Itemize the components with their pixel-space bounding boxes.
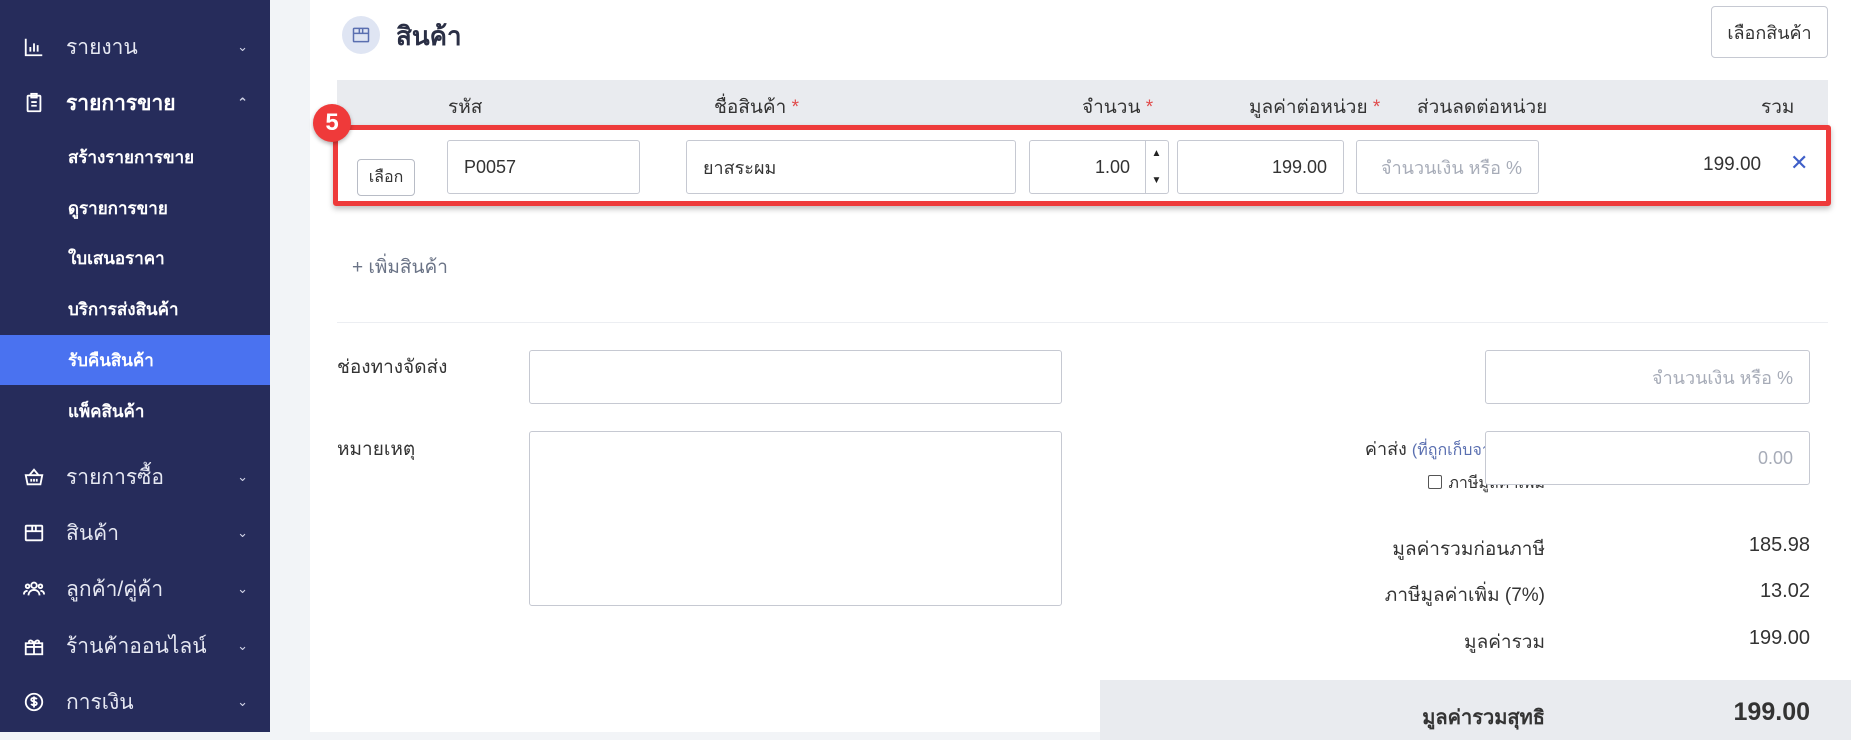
chevron-down-icon: ⌄ xyxy=(237,638,248,653)
total-value: 199.00 xyxy=(1748,627,1810,649)
net-total-label: มูลค่ารวมสุทธิ xyxy=(1422,707,1545,729)
sidebar-item-label: รายงาน xyxy=(66,35,138,59)
sidebar-item-sales[interactable]: รายการขาย ⌃ xyxy=(0,77,270,129)
sidebar-item-label: ลูกค้า/คู่ค้า xyxy=(66,577,164,601)
sidebar-item-reports[interactable]: รายงาน ⌄ xyxy=(0,21,270,73)
total-label: มูลค่ารวม xyxy=(1464,632,1545,653)
sidebar-item-label: สินค้า xyxy=(66,521,120,545)
net-total-value: 199.00 xyxy=(1733,698,1810,726)
gift-icon xyxy=(22,634,46,658)
vat-value: 13.02 xyxy=(1759,580,1810,602)
sidebar-item-customers[interactable]: ลูกค้า/คู่ค้า ⌄ xyxy=(0,563,270,615)
header-qty: จำนวน * xyxy=(1082,97,1154,118)
chevron-down-icon: ⌄ xyxy=(237,39,248,54)
sidebar-item-label: รายการซื้อ xyxy=(66,465,165,489)
sidebar-item-label: รายการขาย xyxy=(66,91,176,115)
select-product-button[interactable]: เลือกสินค้า xyxy=(1711,6,1828,58)
header-name: ชื่อสินค้า * xyxy=(714,97,799,118)
discount-input[interactable]: จำนวนเงิน หรือ % xyxy=(1485,350,1810,404)
highlight-frame xyxy=(333,125,1831,206)
section-title: สินค้า xyxy=(396,21,462,51)
main-panel: สินค้า เลือกสินค้า รหัส ชื่อสินค้า * จำน… xyxy=(310,0,1851,740)
vat-checkbox[interactable] xyxy=(1428,475,1443,489)
sidebar-subitem-quotation[interactable]: ใบเสนอราคา xyxy=(0,233,270,283)
chevron-down-icon: ⌄ xyxy=(237,694,248,709)
sidebar-subitem-packing[interactable]: แพ็คสินค้า xyxy=(0,386,270,436)
sidebar-subitem-view-sales[interactable]: ดูรายการขาย xyxy=(0,183,270,233)
sidebar-item-online-store[interactable]: ร้านค้าออนไลน์ ⌄ xyxy=(0,620,270,672)
people-icon xyxy=(22,577,46,601)
sidebar-item-label: การเงิน xyxy=(66,690,134,714)
step-badge: 5 xyxy=(313,104,351,142)
box-icon xyxy=(22,521,46,545)
sidebar-item-purchases[interactable]: รายการซื้อ ⌄ xyxy=(0,451,270,503)
header-code: รหัส xyxy=(448,97,483,118)
note-label: หมายเหตุ xyxy=(337,439,416,460)
sidebar-subitem-create-sale[interactable]: สร้างรายการขาย xyxy=(0,132,270,182)
sidebar-subitem-returns[interactable]: รับคืนสินค้า xyxy=(0,335,270,385)
chevron-down-icon: ⌄ xyxy=(237,525,248,540)
header-total: รวม xyxy=(1761,97,1795,118)
sidebar-item-label: ร้านค้าออนไลน์ xyxy=(66,634,207,658)
box-icon xyxy=(342,16,380,54)
divider xyxy=(337,322,1828,323)
sidebar-item-finance[interactable]: การเงิน ⌄ xyxy=(0,676,270,728)
dollar-circle-icon xyxy=(22,690,46,714)
shipping-channel-label: ช่องทางจัดส่ง xyxy=(337,357,448,378)
shipping-channel-field[interactable] xyxy=(529,350,1062,404)
shipping-fee-input[interactable]: 0.00 xyxy=(1485,431,1810,485)
header-unit-price: มูลค่าต่อหน่วย * xyxy=(1249,97,1381,118)
chevron-up-icon: ⌃ xyxy=(237,95,248,110)
sidebar: รายงาน ⌄ รายการขาย ⌃ สร้างรายการขาย ดูรา… xyxy=(0,0,270,732)
chevron-down-icon: ⌄ xyxy=(237,581,248,596)
note-textarea[interactable] xyxy=(529,431,1062,606)
pre-tax-label: มูลค่ารวมก่อนภาษี xyxy=(1392,539,1545,560)
vat-label: ภาษีมูลค่าเพิ่ม (7%) xyxy=(1384,585,1545,606)
sidebar-item-products[interactable]: สินค้า ⌄ xyxy=(0,507,270,559)
pre-tax-value: 185.98 xyxy=(1748,534,1810,556)
chart-bars-icon xyxy=(22,35,46,59)
clipboard-icon xyxy=(22,91,46,115)
content-gutter xyxy=(270,0,310,732)
product-table-header: รหัส ชื่อสินค้า * จำนวน * มูลค่าต่อหน่วย… xyxy=(337,80,1828,126)
sidebar-subitem-shipping-service[interactable]: บริการส่งสินค้า xyxy=(0,284,270,334)
basket-icon xyxy=(22,465,46,489)
header-discount: ส่วนลดต่อหน่วย xyxy=(1417,97,1548,118)
chevron-down-icon: ⌄ xyxy=(237,469,248,484)
add-product-link[interactable]: + เพิ่มสินค้า xyxy=(352,252,448,282)
